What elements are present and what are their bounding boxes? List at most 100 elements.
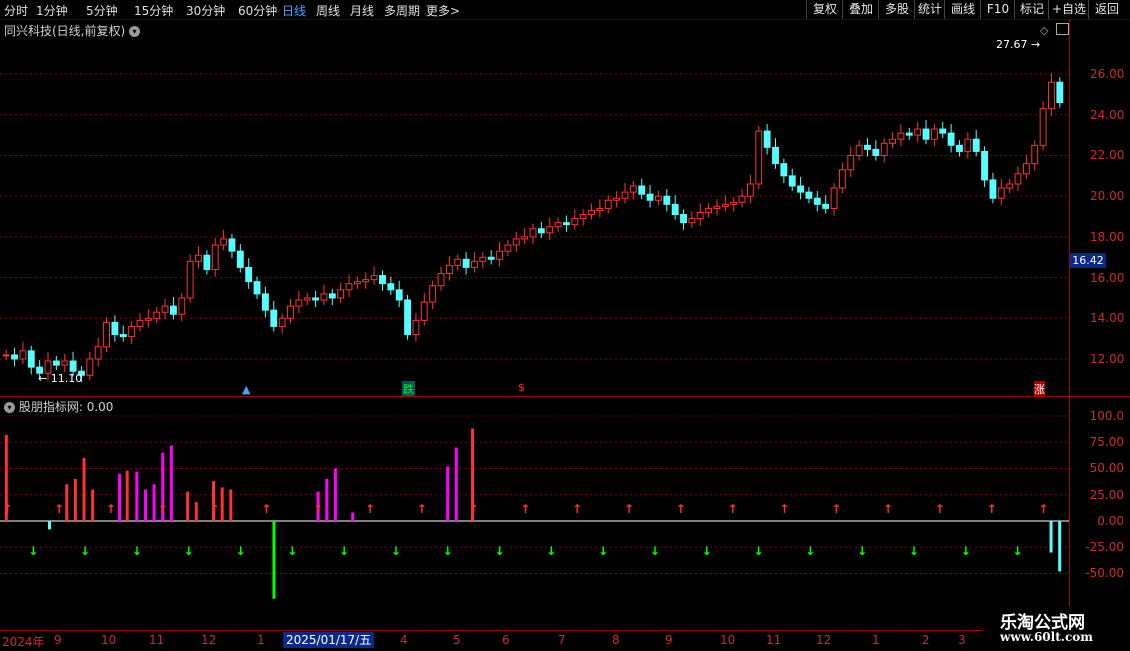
candle-body [1031, 144, 1039, 165]
draw-line-button[interactable]: 画线 [944, 0, 981, 19]
add-watchlist-button[interactable]: +自选 [1048, 0, 1089, 19]
buy-arrow-icon: ↑ [935, 502, 945, 516]
diamond-icon[interactable]: ◇ [1040, 24, 1048, 37]
candle-body [838, 169, 846, 189]
buy-arrow-icon: ↑ [158, 502, 168, 516]
candle-body [178, 297, 186, 315]
watermark: 乐淘公式网 www.60lt.com [982, 606, 1130, 650]
indicator-bar [152, 484, 156, 521]
price-tick: 18.00 [1090, 230, 1125, 244]
period-tab-15min[interactable]: 15分钟 [134, 2, 173, 19]
date-label: 6 [502, 633, 510, 647]
chevron-down-icon[interactable]: ▾ [129, 26, 141, 37]
period-tab-multi[interactable]: 多周期 [384, 2, 420, 19]
indicator-bar [194, 502, 198, 521]
date-label: 12 [816, 633, 832, 647]
candle-body [169, 305, 177, 315]
statistics-button[interactable]: 统计 [914, 0, 945, 19]
indicator-bar [125, 470, 129, 521]
candle-body [830, 187, 838, 209]
candle-body [613, 197, 621, 201]
price-tick: 26.00 [1090, 67, 1125, 81]
candle-body [295, 299, 303, 307]
candle-body [11, 354, 18, 360]
sell-arrow-icon: ↓ [80, 544, 90, 558]
buy-arrow-icon: ↑ [210, 502, 220, 516]
price-tick: 24.00 [1090, 108, 1125, 122]
candle-body [755, 130, 763, 185]
candle-body [563, 222, 570, 226]
date-label: 8 [612, 633, 620, 647]
candle-body [429, 285, 437, 303]
sell-arrow-icon: ↓ [753, 544, 763, 558]
sell-arrow-icon: ↓ [650, 544, 660, 558]
chevron-down-icon[interactable]: ▾ [4, 402, 15, 413]
period-toolbar: 分时 1分钟 5分钟 15分钟 30分钟 60分钟 日线 周线 月线 多周期 更… [0, 0, 1130, 20]
candle-body [211, 244, 219, 270]
buy-arrow-icon: ↑ [676, 502, 686, 516]
date-label: 2 [922, 633, 930, 647]
candle-body [688, 218, 696, 224]
period-tab-daily[interactable]: 日线 [282, 2, 306, 19]
candle-body [772, 146, 779, 165]
buy-arrow-icon: ↑ [831, 502, 841, 516]
indicator-bar [65, 484, 69, 521]
candle-body [872, 148, 880, 157]
indicator-panel[interactable]: ↑ ↓ ↑ ↓ ↑ ↓ ↑ ↓ ↑ ↓ ↑ ↓ ↑ ↓ ↑ ↓ ↑ ↓ ↑ ↓ ↑ ↓ ↑ ↓ ↑ ↓ ↑ ↓ ↑ ↓ ↑ ↓ ↑ ↓ ↑ ↓ ↑ ↓ ↑ ↓… [0, 397, 1069, 630]
period-tab-60min[interactable]: 60分钟 [238, 2, 277, 19]
buy-arrow-icon: ↑ [520, 502, 530, 516]
period-tab-1min[interactable]: 1分钟 [36, 2, 68, 19]
period-tab-fenshi[interactable]: 分时 [4, 2, 28, 19]
candle-body [404, 299, 411, 336]
candle-body [738, 195, 746, 203]
high-price-value: 27.67 [996, 38, 1028, 51]
candle-body [930, 128, 938, 140]
candle-body [864, 144, 871, 150]
f10-button[interactable]: F10 [980, 0, 1015, 19]
back-button[interactable]: 返回 [1088, 0, 1125, 19]
dollar-marker: $ [518, 381, 525, 394]
candle-body [663, 195, 671, 205]
chevron-right-icon: > [450, 4, 461, 18]
candle-body [788, 175, 796, 187]
mark-button[interactable]: 标记 [1014, 0, 1049, 19]
price-tick: 20.00 [1090, 189, 1125, 203]
indicator-bar [272, 521, 276, 599]
candle-body [981, 150, 988, 181]
overlay-button[interactable]: 叠加 [842, 0, 879, 19]
period-tab-weekly[interactable]: 周线 [316, 2, 340, 19]
indicator-tick: 50.00 [1089, 461, 1124, 475]
date-label: 10 [101, 633, 117, 647]
period-tab-more[interactable]: 更多> [426, 2, 460, 19]
period-tab-5min[interactable]: 5分钟 [86, 2, 118, 19]
sell-arrow-icon: ↓ [909, 544, 919, 558]
candle-body [1006, 183, 1014, 189]
period-tab-monthly[interactable]: 月线 [350, 2, 374, 19]
candle-body [939, 128, 947, 134]
candle-body [763, 130, 771, 148]
candle-body [713, 205, 721, 209]
candle-body [813, 197, 821, 205]
candlestick-panel[interactable] [0, 20, 1069, 395]
date-label: 3 [958, 633, 966, 647]
candle-body [320, 293, 328, 301]
candle-body [220, 238, 228, 246]
candle-body [671, 203, 679, 216]
buy-arrow-icon: ↑ [987, 502, 997, 516]
candle-body [445, 264, 453, 275]
buy-arrow-icon: ↑ [54, 502, 64, 516]
period-tab-30min[interactable]: 30分钟 [186, 2, 225, 19]
multi-stock-button[interactable]: 多股 [878, 0, 915, 19]
candle-body [471, 260, 478, 268]
candle-body [604, 199, 612, 209]
chart-title-bar: 同兴科技(日线,前复权) ▾ [4, 22, 141, 39]
window-toggle-icon[interactable] [1056, 23, 1069, 35]
indicator-bar [143, 489, 147, 521]
candle-body [144, 317, 152, 321]
arrow-right-icon: → [1027, 38, 1041, 51]
indicator-tick: -25.00 [1085, 540, 1124, 554]
restore-rights-button[interactable]: 复权 [806, 0, 843, 19]
candle-body [136, 319, 144, 327]
candle-body [1056, 81, 1064, 104]
date-label: 1 [257, 633, 265, 647]
